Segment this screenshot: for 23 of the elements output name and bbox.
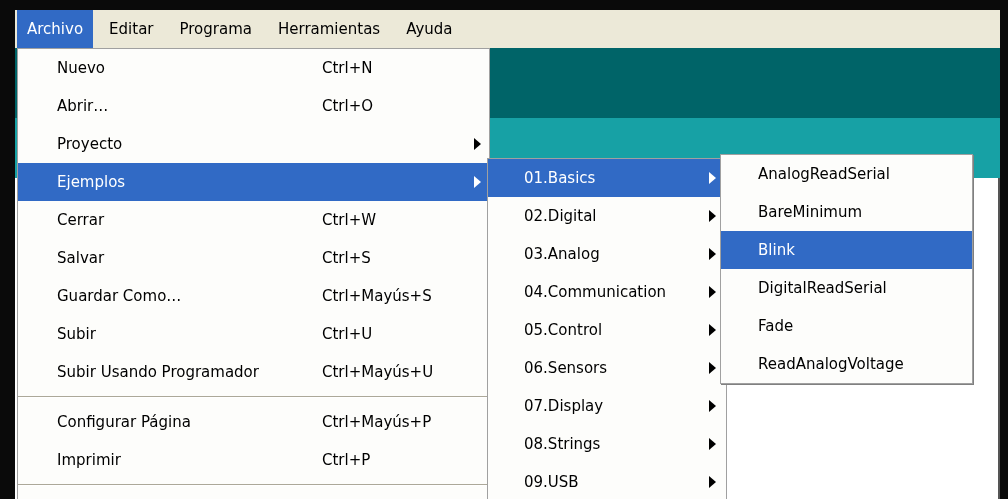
menu-item[interactable]: Subir Ctrl+U [18, 315, 489, 353]
menu-item[interactable]: Subir Usando Programador Ctrl+Mayús+U [18, 353, 489, 391]
menu-item[interactable]: Imprimir Ctrl+P [18, 441, 489, 479]
menu-item[interactable]: Proyecto [18, 125, 489, 163]
menu-item[interactable]: Nuevo Ctrl+N [18, 49, 489, 87]
menu-item[interactable]: DigitalReadSerial [721, 269, 972, 307]
menu-item[interactable]: Abrir… Ctrl+O [18, 87, 489, 125]
menu-item[interactable]: 08.Strings [488, 425, 726, 463]
menu-item[interactable]: 07.Display [488, 387, 726, 425]
menu-bar-item[interactable]: Herramientas [268, 10, 391, 48]
menu-item[interactable]: Cerrar Ctrl+W [18, 201, 489, 239]
menu-bar-item[interactable]: Archivo [17, 10, 94, 48]
menu-bar-item[interactable]: Ayuda [396, 10, 463, 48]
menu-item[interactable]: Configurar Página Ctrl+Mayús+P [18, 403, 489, 441]
menu-item[interactable]: Guardar Como… Ctrl+Mayús+S [18, 277, 489, 315]
menu-bar-item[interactable]: Programa [169, 10, 262, 48]
menu-bar-item[interactable]: Editar [99, 10, 164, 48]
menu-item[interactable]: Blink [721, 231, 972, 269]
menu-item[interactable]: Fade [721, 307, 972, 345]
menu-item[interactable]: ReadAnalogVoltage [721, 345, 972, 383]
menu-item[interactable]: Ejemplos [18, 163, 489, 201]
menu-item[interactable]: Salvar Ctrl+S [18, 239, 489, 277]
menu-item[interactable]: 09.USB [488, 463, 726, 499]
